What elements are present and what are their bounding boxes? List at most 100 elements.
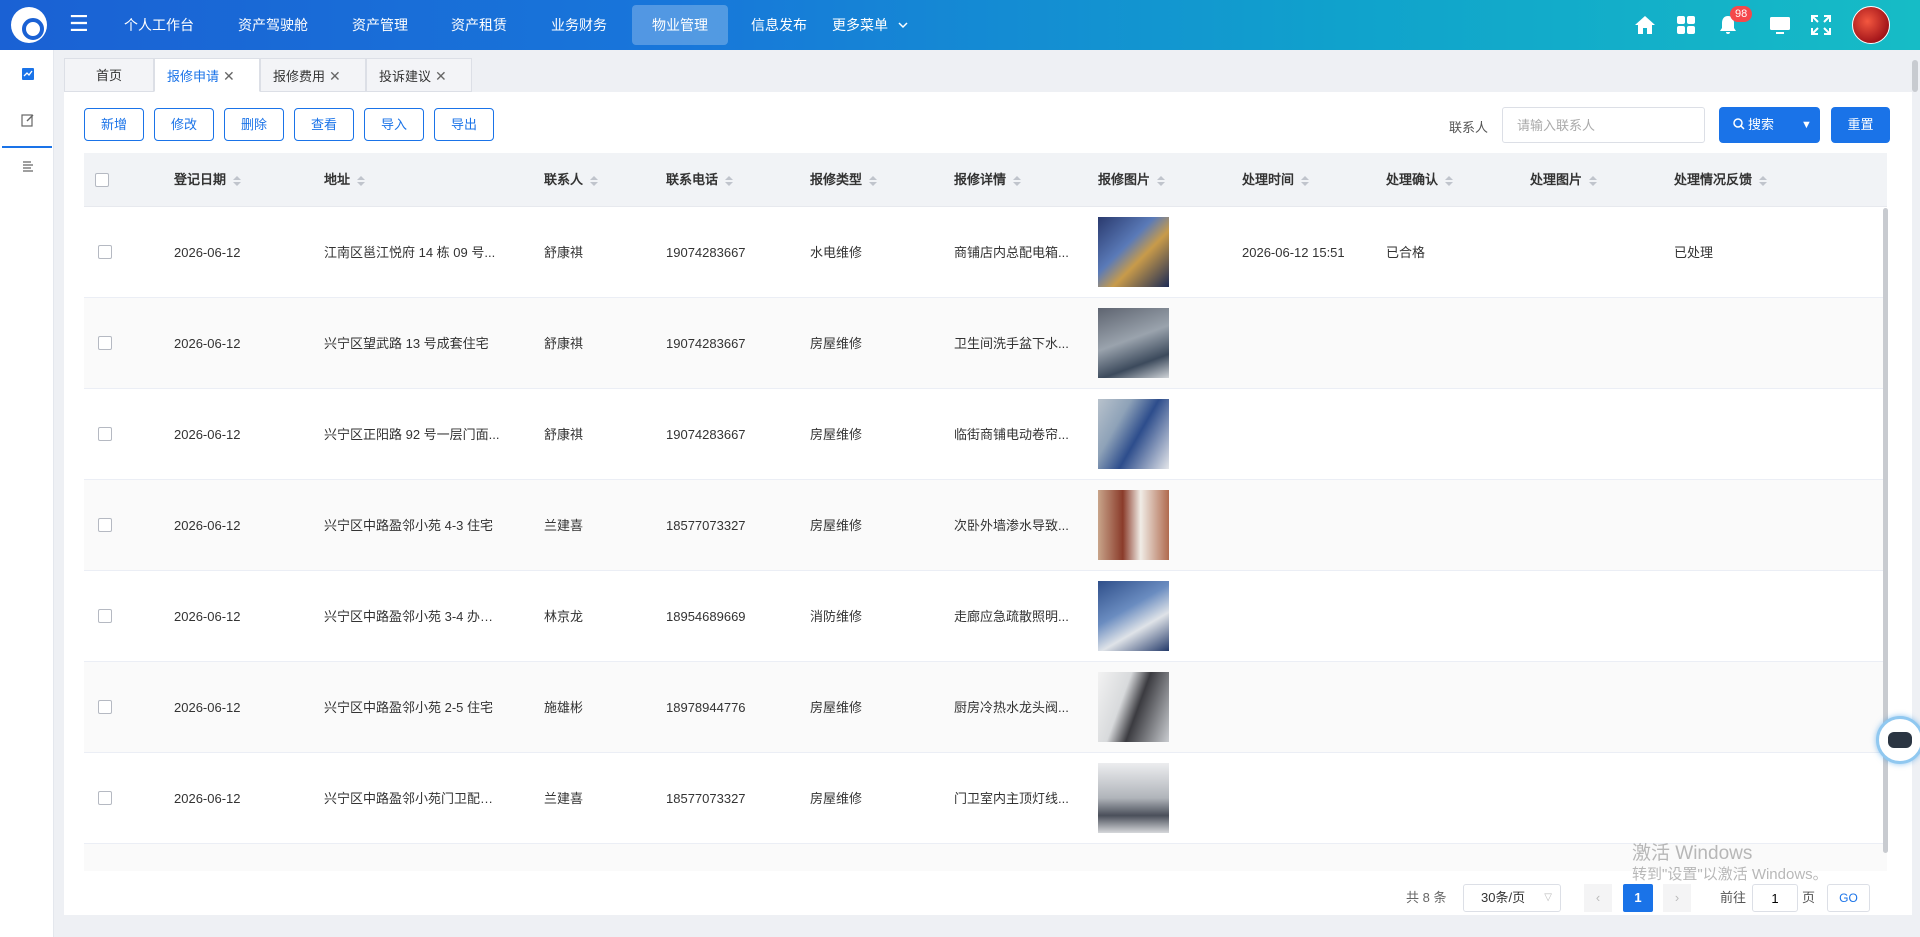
tab-home[interactable]: 首页 xyxy=(64,58,154,92)
col-contact-header[interactable]: 联系人 xyxy=(544,153,599,207)
user-avatar[interactable] xyxy=(1852,6,1890,44)
col-repair-detail-header[interactable]: 报修详情 xyxy=(954,153,1022,207)
row-checkbox[interactable] xyxy=(98,791,112,805)
app-logo[interactable] xyxy=(11,7,47,43)
sort-icon[interactable] xyxy=(233,175,242,186)
menu-toggle-icon[interactable]: ☰ xyxy=(69,13,91,37)
column-header-label: 联系电话 xyxy=(666,172,719,187)
sort-icon[interactable] xyxy=(1589,175,1598,186)
monitor-icon[interactable] xyxy=(1768,13,1792,37)
sort-icon[interactable] xyxy=(1157,175,1166,186)
row-checkbox[interactable] xyxy=(98,518,112,532)
sort-icon[interactable] xyxy=(1759,175,1768,186)
repair-photo-thumbnail[interactable] xyxy=(1098,581,1169,651)
col-handle-confirm-header[interactable]: 处理确认 xyxy=(1386,153,1454,207)
table-row[interactable]: 2026-06-12 江南区邕江悦府 14 栋 09 号... 舒康祺 1907428… xyxy=(84,207,1887,298)
add-button[interactable]: 新增 xyxy=(84,108,144,141)
repair-photo-thumbnail[interactable] xyxy=(1098,399,1169,469)
table-row[interactable]: 2026-06-12 兴宁区中路盈邻小苑门卫配套... 兰建喜 18577073327… xyxy=(84,753,1887,844)
tab-label: 投诉建议 xyxy=(379,69,432,84)
table-row[interactable]: 2026-06-12 兴宁区正阳路 92 号一层门面... 舒康祺 190742836… xyxy=(84,389,1887,480)
home-icon[interactable] xyxy=(1633,13,1657,37)
col-handle-time-header[interactable]: 处理时间 xyxy=(1242,153,1310,207)
list-icon[interactable] xyxy=(16,154,40,178)
sort-icon[interactable] xyxy=(1445,175,1454,186)
repair-photo-thumbnail[interactable] xyxy=(1098,490,1169,560)
nav-asset-leasing[interactable]: 资产租赁 xyxy=(451,0,507,50)
row-checkbox[interactable] xyxy=(98,245,112,259)
nav-info-publish[interactable]: 信息发布 xyxy=(751,0,807,50)
caret-down-icon[interactable]: ▼ xyxy=(1801,107,1812,143)
import-button[interactable]: 导入 xyxy=(364,108,424,141)
cell-type: 门窗维修 xyxy=(810,844,940,871)
sort-icon[interactable] xyxy=(725,175,734,186)
tab-complaints[interactable]: 投诉建议 ✕ xyxy=(366,58,472,92)
delete-button[interactable]: 删除 xyxy=(224,108,284,141)
repair-photo-thumbnail[interactable] xyxy=(1098,217,1169,287)
cell-detail: 临街商铺电动卷帘... xyxy=(954,427,1069,442)
next-page-button[interactable]: › xyxy=(1663,884,1691,912)
col-address-header[interactable]: 地址 xyxy=(324,153,366,207)
contact-search-input[interactable] xyxy=(1502,107,1705,143)
cell-contact: 舒康祺 xyxy=(544,336,584,351)
table-row[interactable]: 2026-06-12 兴宁区中路盈邻小苑 3-4 办公... 林京龙 18954689… xyxy=(84,571,1887,662)
col-handle-feedback-header[interactable]: 处理情况反馈 xyxy=(1674,153,1768,207)
sort-icon[interactable] xyxy=(1013,175,1022,186)
page-scrollbar[interactable] xyxy=(1912,60,1918,92)
reset-button[interactable]: 重置 xyxy=(1831,107,1890,143)
page-size-select[interactable]: 30条/页 ▽ xyxy=(1463,884,1561,912)
nav-asset-cockpit[interactable]: 资产驾驶舱 xyxy=(238,0,308,50)
row-checkbox[interactable] xyxy=(98,700,112,714)
tab-repair-cost[interactable]: 报修费用 ✕ xyxy=(260,58,366,92)
col-handle-image-header[interactable]: 处理图片 xyxy=(1530,153,1598,207)
dashboard-icon[interactable] xyxy=(16,62,40,86)
row-checkbox[interactable] xyxy=(98,336,112,350)
page-number-current[interactable]: 1 xyxy=(1623,884,1653,912)
top-navigation-bar: ☰ 个人工作台 资产驾驶舱 资产管理 资产租赁 业务财务 物业管理 信息发布 更… xyxy=(0,0,1920,50)
col-repair-type-header[interactable]: 报修类型 xyxy=(810,153,878,207)
table-row[interactable]: 2026-06-12 兴宁区中路盈邻小苑 2-5 住宅 施雄彬 18978944776… xyxy=(84,662,1887,753)
repair-photo-thumbnail[interactable] xyxy=(1098,672,1169,742)
select-all-checkbox[interactable] xyxy=(95,173,109,187)
robot-icon[interactable] xyxy=(1876,716,1920,764)
nav-business-finance[interactable]: 业务财务 xyxy=(551,0,607,50)
close-icon[interactable]: ✕ xyxy=(223,68,235,84)
go-button[interactable]: GO xyxy=(1827,884,1870,912)
cell-phone: 19074283667 xyxy=(666,336,746,351)
row-checkbox[interactable] xyxy=(98,427,112,441)
view-button[interactable]: 查看 xyxy=(294,108,354,141)
edit-button[interactable]: 修改 xyxy=(154,108,214,141)
sort-icon[interactable] xyxy=(869,175,878,186)
row-checkbox[interactable] xyxy=(98,609,112,623)
tab-repair-request[interactable]: 报修申请 ✕ xyxy=(154,58,260,92)
sort-icon[interactable] xyxy=(1301,175,1310,186)
table-row[interactable]: 2026-06-12 兴宁区望武路 13 号成套住宅 舒康祺 19074283667 房… xyxy=(84,298,1887,389)
nav-personal-workbench[interactable]: 个人工作台 xyxy=(124,0,194,50)
repair-photo-thumbnail[interactable] xyxy=(1098,763,1169,833)
edit-icon[interactable] xyxy=(16,108,40,132)
close-icon[interactable]: ✕ xyxy=(435,68,447,84)
cell-date: 2026-06-12 xyxy=(174,700,241,715)
table-row[interactable]: 2026-07-06 贵阳市南明区花果园一期 邓昂军 18085098435 门窗维修窗… xyxy=(84,844,1887,871)
repair-photo-thumbnail[interactable] xyxy=(1098,308,1169,378)
fullscreen-icon[interactable] xyxy=(1809,13,1833,37)
cell-date: 2026-06-12 xyxy=(174,609,241,624)
goto-page-input[interactable] xyxy=(1752,884,1798,912)
col-phone-header[interactable]: 联系电话 xyxy=(666,153,734,207)
sort-icon[interactable] xyxy=(357,175,366,186)
table-row[interactable]: 2026-06-12 兴宁区中路盈邻小苑 4-3 住宅 兰建喜 18577073327… xyxy=(84,480,1887,571)
export-button[interactable]: 导出 xyxy=(434,108,494,141)
nav-property-management[interactable]: 物业管理 xyxy=(632,5,728,45)
col-repair-image-header[interactable]: 报修图片 xyxy=(1098,153,1166,207)
sort-icon[interactable] xyxy=(590,175,599,186)
apps-grid-icon[interactable] xyxy=(1674,13,1698,37)
cell-phone: 18085098435 xyxy=(666,844,796,871)
cell-date: 2026-07-06 xyxy=(174,844,284,871)
search-button[interactable]: 搜索 ▼ xyxy=(1719,107,1820,143)
prev-page-button[interactable]: ‹ xyxy=(1584,884,1612,912)
nav-more-menu[interactable]: 更多菜单 xyxy=(832,0,908,50)
cell-contact: 兰建喜 xyxy=(544,791,584,806)
col-registration-date-header[interactable]: 登记日期 xyxy=(174,153,242,207)
close-icon[interactable]: ✕ xyxy=(329,68,341,84)
nav-asset-management[interactable]: 资产管理 xyxy=(352,0,408,50)
